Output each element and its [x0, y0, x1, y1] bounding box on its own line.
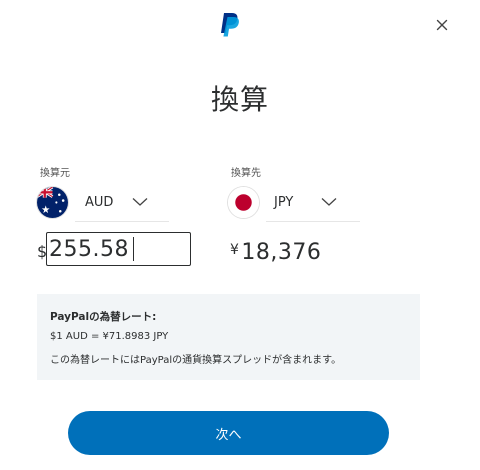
converted-amount: ¥18,376: [230, 240, 321, 265]
text-cursor: [133, 237, 134, 261]
chevron-down-icon: [132, 198, 148, 206]
paypal-logo-icon: [221, 13, 239, 37]
to-currency-underline: [266, 221, 360, 222]
from-currency-code: AUD: [85, 194, 114, 210]
next-button[interactable]: 次へ: [68, 411, 389, 455]
to-currency-label: 換算先: [231, 168, 261, 179]
exchange-rate-title: PayPalの為替レート:: [50, 311, 157, 323]
page-title: 換算: [210, 83, 269, 116]
to-currency-selector[interactable]: JPY: [228, 182, 360, 222]
from-currency-selector[interactable]: AUD: [37, 182, 169, 222]
japan-flag-icon: [228, 186, 259, 218]
close-icon[interactable]: [434, 17, 450, 33]
australia-flag-icon: [37, 186, 68, 218]
from-currency-underline: [75, 221, 169, 222]
exchange-rate-note: この為替レートにはPayPalの通貨換算スプレッドが含まれます。: [50, 355, 342, 366]
to-currency-code: JPY: [274, 194, 294, 210]
exchange-rate-value: $1 AUD = ¥71.8983 JPY: [50, 331, 169, 342]
chevron-down-icon: [321, 198, 337, 206]
amount-input[interactable]: [46, 232, 191, 266]
exchange-rate-info: PayPalの為替レート: $1 AUD = ¥71.8983 JPY この為替…: [37, 294, 420, 380]
converted-amount-value: 18,376: [241, 240, 322, 265]
from-currency-label: 換算元: [40, 168, 70, 179]
to-currency-symbol: ¥: [230, 242, 240, 258]
